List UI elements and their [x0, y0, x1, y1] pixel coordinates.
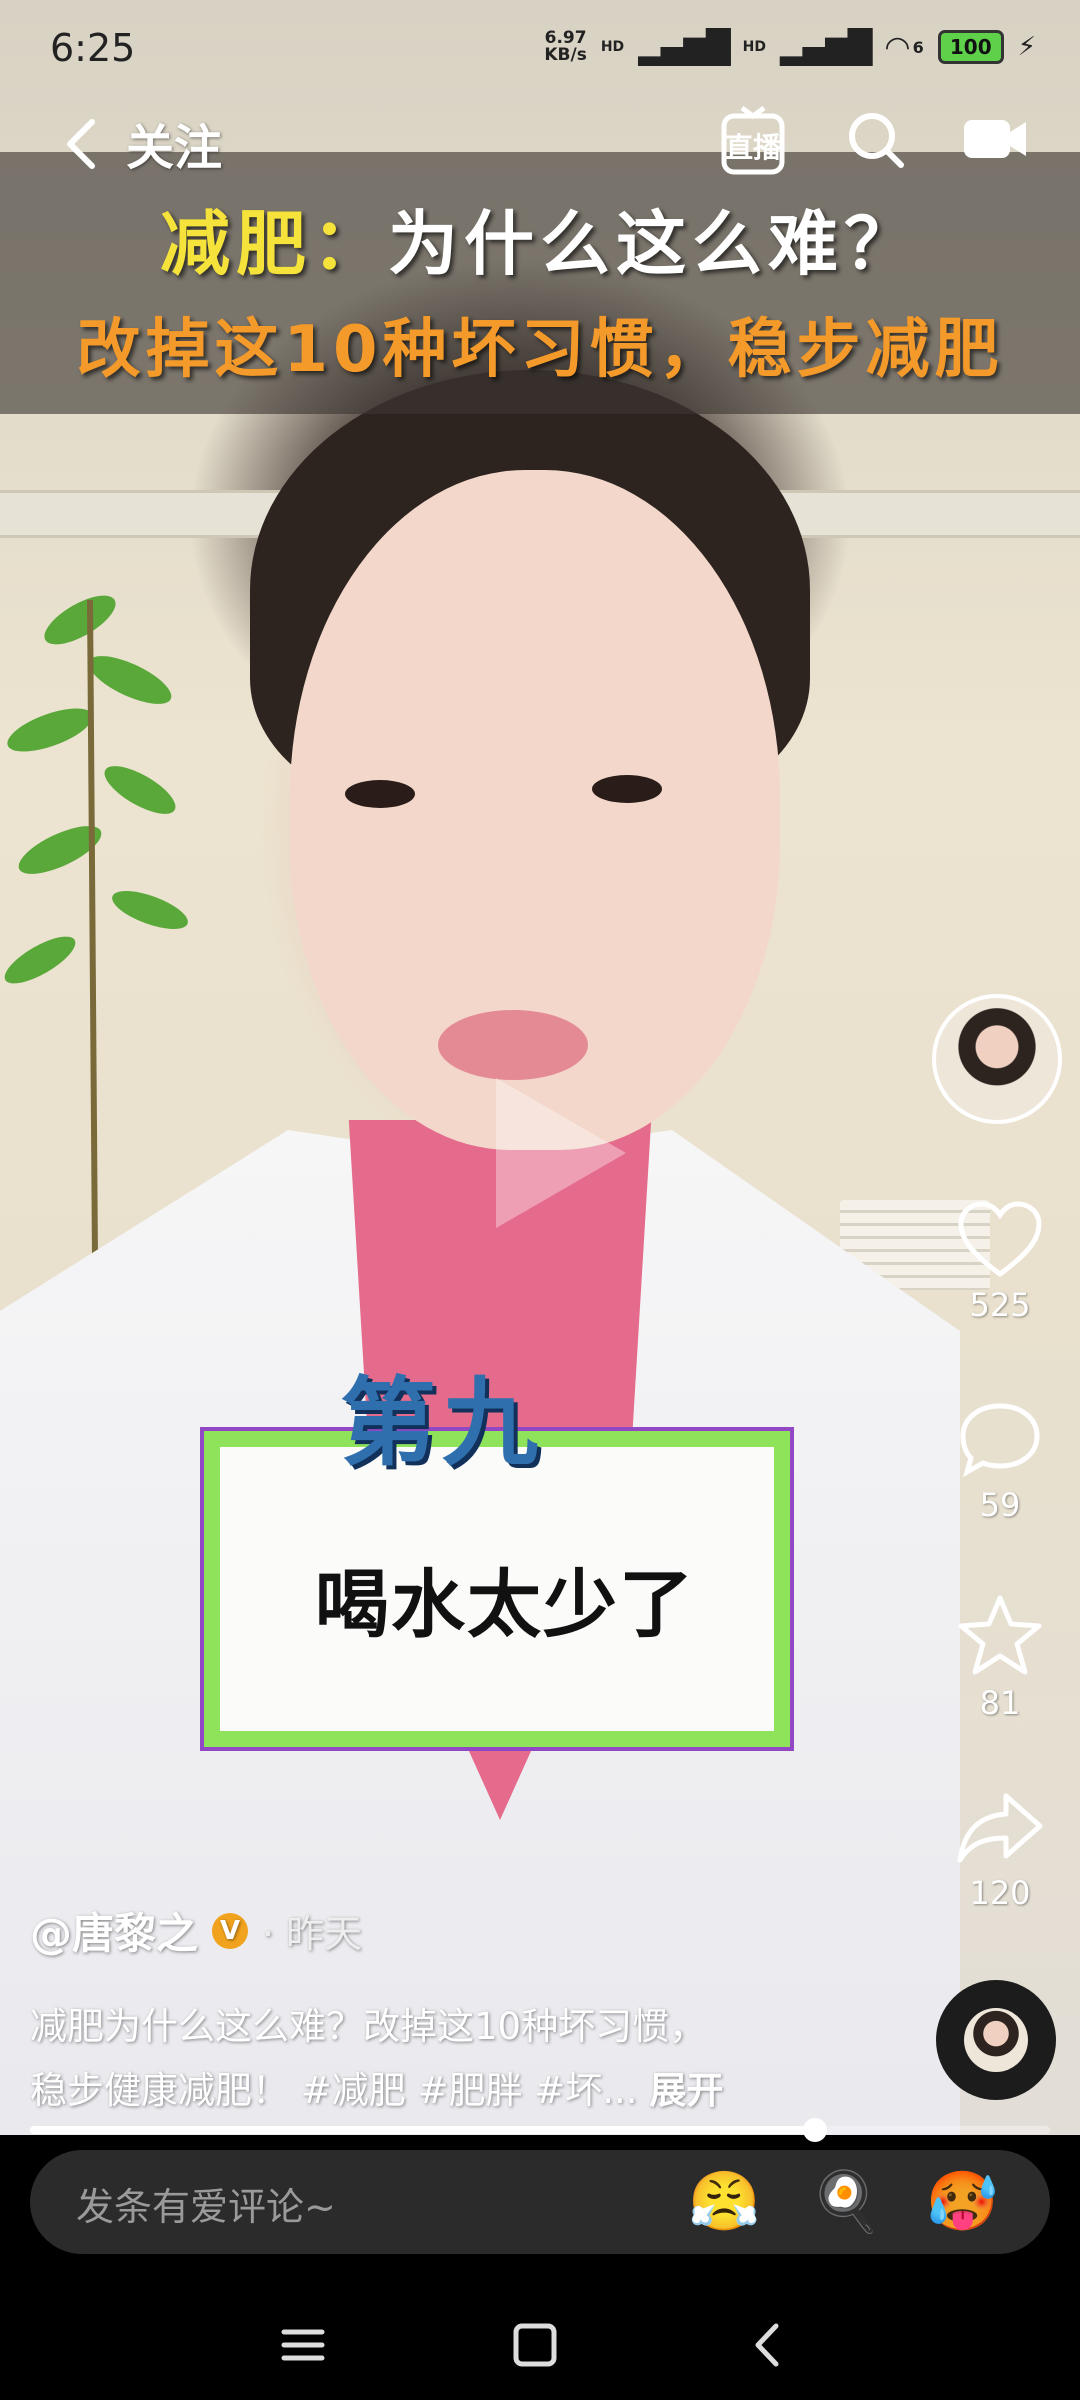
expand-link[interactable]: 展开	[649, 2069, 723, 2112]
author-avatar[interactable]	[932, 994, 1062, 1124]
caption-text: 喝水太少了	[315, 1562, 695, 1648]
signal-icon: ▂▄▆█	[638, 28, 730, 66]
live-label: 直播	[724, 131, 781, 164]
emoji-button-3[interactable]: 🥵	[926, 2166, 998, 2236]
music-disc[interactable]	[936, 1980, 1056, 2100]
battery-icon: 100	[937, 30, 1004, 64]
system-nav-bar	[0, 2290, 1080, 2400]
music-disc-avatar	[964, 2008, 1028, 2072]
hd-label-2: HD	[742, 39, 766, 55]
status-time: 6:25	[50, 26, 136, 70]
camera-icon[interactable]	[962, 116, 1028, 162]
favorite-button[interactable]: 81	[940, 1592, 1060, 1722]
play-icon[interactable]	[486, 1068, 636, 1238]
comment-input[interactable]: 发条有爱评论~	[76, 2176, 336, 2231]
favorite-count: 81	[979, 1684, 1021, 1722]
video-subtitle: 改掉这10种坏习惯，稳步减肥	[76, 313, 1004, 387]
search-icon[interactable]	[846, 110, 906, 170]
comment-bar[interactable]: 发条有爱评论~ 😤 🍳 🥵	[30, 2150, 1050, 2254]
post-meta: @唐黎之 V · 昨天 减肥为什么这么难？改掉这10种坏习惯， 稳步健康减肥！ …	[30, 1900, 910, 2123]
share-count: 120	[969, 1874, 1031, 1912]
follow-tab[interactable]: 关注	[126, 108, 222, 178]
post-description: 减肥为什么这么难？改掉这10种坏习惯， 稳步健康减肥！ #减肥 #肥胖 #坏..…	[30, 2005, 724, 2112]
status-bar: 6:25 6.97 KB/s HD ▂▄▆█ HD ▂▄▆█ ◠ 6 100 ⚡	[0, 0, 1080, 100]
emoji-button-1[interactable]: 😤	[688, 2166, 760, 2236]
share-icon	[957, 1793, 1043, 1863]
nav-back-icon[interactable]	[734, 2310, 804, 2380]
person-eye-left	[345, 780, 415, 808]
like-button[interactable]: 525	[940, 1200, 1060, 1324]
star-icon	[958, 1595, 1042, 1675]
caption-badge: 第九	[340, 1367, 544, 1479]
wifi-icon: ◠	[884, 29, 911, 65]
back-icon[interactable]	[58, 114, 108, 174]
like-count: 525	[969, 1286, 1031, 1324]
comment-button[interactable]: 59	[940, 1400, 1060, 1524]
video-title: 减肥：为什么这么难？	[160, 203, 920, 285]
hd-label-1: HD	[600, 39, 625, 55]
verified-icon: V	[212, 1912, 249, 1949]
charging-icon: ⚡	[1017, 32, 1036, 62]
status-indicators: 6.97 KB/s HD ▂▄▆█ HD ▂▄▆█ ◠ 6 100 ⚡	[544, 28, 1036, 66]
comment-icon	[960, 1403, 1040, 1478]
live-button[interactable]: 直播	[720, 104, 786, 176]
author-line: @唐黎之 V · 昨天	[30, 1900, 910, 1961]
plant-decoration	[4, 595, 188, 1260]
post-time: · 昨天	[262, 1912, 363, 1956]
author-name[interactable]: @唐黎之	[30, 1900, 198, 1961]
network-speed: 6.97 KB/s	[544, 28, 587, 65]
signal-icon-2: ▂▄▆█	[779, 28, 872, 66]
progress-knob[interactable]	[803, 2118, 828, 2142]
wifi-badge: 6	[912, 37, 924, 57]
comment-count: 59	[979, 1486, 1021, 1524]
share-button[interactable]: 120	[940, 1788, 1060, 1912]
progress-fill	[30, 2126, 816, 2134]
menu-icon[interactable]	[268, 2310, 338, 2380]
caption-card: 第九 喝水太少了	[190, 1367, 820, 1760]
top-nav: 关注 直播	[0, 100, 1080, 180]
video-progress-bar[interactable]	[30, 2118, 1050, 2142]
heart-icon	[958, 1201, 1042, 1278]
emoji-button-2[interactable]: 🍳	[810, 2166, 882, 2236]
home-icon[interactable]	[500, 2310, 570, 2380]
person-eye-right	[592, 775, 662, 803]
